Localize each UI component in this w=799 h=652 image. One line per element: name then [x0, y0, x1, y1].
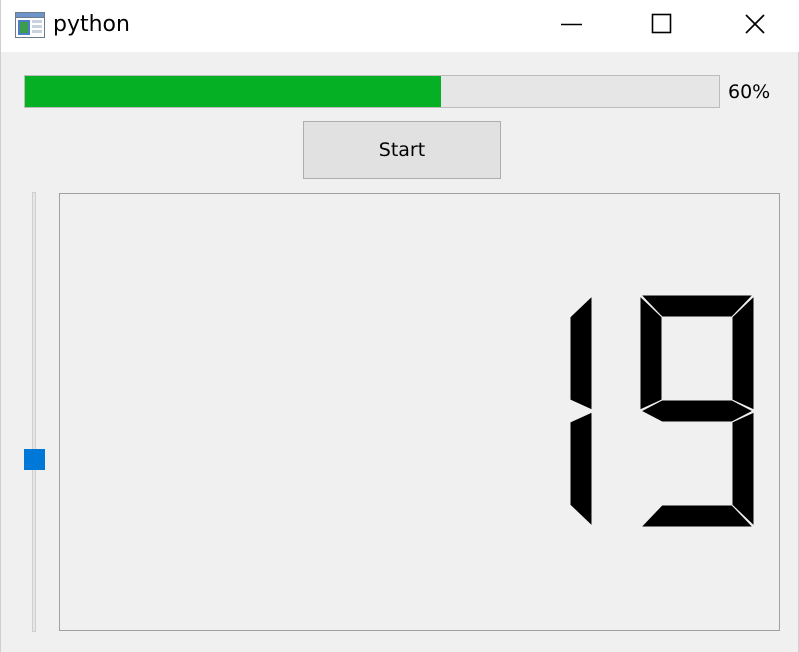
progress-fill: [25, 76, 442, 107]
start-button[interactable]: Start: [303, 121, 501, 179]
slider-handle[interactable]: [24, 449, 45, 470]
progress-bar: [24, 75, 720, 108]
lcd-number-display: [59, 193, 780, 631]
maximize-button[interactable]: [631, 0, 693, 50]
maximize-icon: [651, 13, 672, 34]
lcd-digit-2-segment-g: [639, 399, 755, 423]
lcd-digits: [569, 294, 755, 528]
app-window: python 60% Start: [0, 0, 799, 652]
python-app-icon[interactable]: [15, 12, 45, 38]
close-icon: [745, 14, 765, 34]
slider-track[interactable]: [32, 192, 36, 632]
lcd-digit-1-segment-b: [569, 294, 593, 411]
minimize-icon: [561, 23, 582, 26]
minimize-button[interactable]: [541, 0, 603, 50]
title-bar[interactable]: python: [1, 0, 799, 52]
lcd-digit-1-segment-c: [569, 411, 593, 528]
progress-percent-label: 60%: [728, 81, 771, 103]
window-title: python: [53, 12, 130, 37]
close-button[interactable]: [724, 0, 786, 50]
